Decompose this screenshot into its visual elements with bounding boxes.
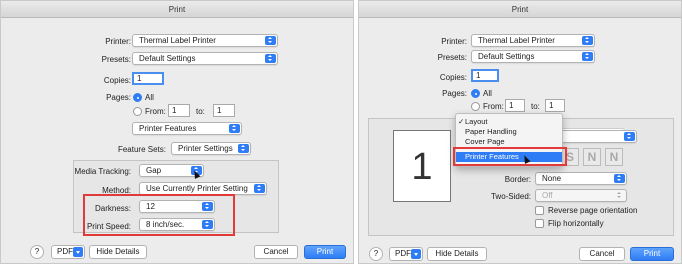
presets-label: Presets: <box>437 53 467 62</box>
copies-input[interactable]: 1 <box>132 72 164 85</box>
print-button[interactable]: Print <box>304 245 346 259</box>
pages-label: Pages: <box>106 93 131 102</box>
method-value: Use Currently Printer Setting <box>146 184 248 193</box>
pages-from-input[interactable]: 1 <box>168 104 190 117</box>
reverse-orientation-label: Reverse page orientation <box>548 206 638 215</box>
layout-pages-popup[interactable] <box>557 130 637 143</box>
two-sided-popup[interactable]: Off <box>535 189 627 202</box>
presets-popup[interactable]: Default Settings <box>471 50 595 63</box>
copies-label: Copies: <box>103 76 131 85</box>
pages-from-label: From: <box>145 107 166 116</box>
pages-label: Pages: <box>442 89 467 98</box>
popup-arrow-icon <box>254 184 265 193</box>
presets-popup[interactable]: Default Settings <box>132 52 278 65</box>
pdf-label: PDF <box>395 249 411 258</box>
border-label: Border: <box>504 175 531 184</box>
pdf-button[interactable]: PDF <box>389 247 423 261</box>
section-popup[interactable]: Printer Features <box>132 122 242 135</box>
pages-from-radio[interactable] <box>471 102 480 111</box>
cancel-button[interactable]: Cancel <box>254 245 298 259</box>
highlight-box <box>453 147 567 166</box>
pages-from-radio[interactable] <box>133 107 142 116</box>
menu-item-layout[interactable]: ✓ Layout <box>456 117 562 127</box>
feature-sets-label: Feature Sets: <box>117 145 166 154</box>
popup-arrow-icon <box>265 36 276 45</box>
border-value: None <box>542 174 562 183</box>
menu-item-label: Paper Handling <box>465 127 517 136</box>
section-value: Printer Features <box>139 124 197 133</box>
feature-sets-value: Printer Settings <box>178 144 233 153</box>
printer-label: Printer: <box>441 37 467 46</box>
menu-item-label: Cover Page <box>465 137 505 146</box>
popup-arrow-icon <box>582 52 593 61</box>
pdf-button[interactable]: PDF <box>51 245 85 259</box>
pages-all-label: All <box>483 89 492 98</box>
copies-label: Copies: <box>439 73 467 82</box>
border-popup[interactable]: None <box>535 172 627 185</box>
window-title: Print <box>359 1 681 18</box>
popup-arrow-icon <box>614 191 625 200</box>
hide-details-button[interactable]: Hide Details <box>427 247 487 261</box>
menu-item-paper-handling[interactable]: Paper Handling <box>456 127 562 137</box>
flip-horizontally-checkbox[interactable] <box>535 219 544 228</box>
layout-direction-icon[interactable]: N <box>605 148 623 166</box>
pages-to-label: to: <box>196 107 205 116</box>
presets-label: Presets: <box>101 55 131 64</box>
checkmark-icon: ✓ <box>458 117 465 126</box>
pages-all-radio[interactable] <box>133 93 142 102</box>
print-dialog-right: Print Printer: Thermal Label Printer Pre… <box>358 0 682 264</box>
printer-value: Thermal Label Printer <box>139 36 216 45</box>
popup-arrow-icon <box>582 36 593 45</box>
printer-label: Printer: <box>105 37 131 46</box>
popup-arrow-icon <box>265 54 276 63</box>
menu-item-label: Layout <box>465 117 488 126</box>
help-icon[interactable]: ? <box>369 247 383 261</box>
presets-value: Default Settings <box>478 52 535 61</box>
reverse-orientation-checkbox[interactable] <box>535 206 544 215</box>
presets-value: Default Settings <box>139 54 196 63</box>
preview-page: 1 <box>393 130 451 202</box>
pages-all-radio[interactable] <box>471 89 480 98</box>
help-icon[interactable]: ? <box>30 245 44 259</box>
pages-from-input[interactable]: 1 <box>505 99 525 112</box>
pages-to-label: to: <box>531 102 540 111</box>
feature-sets-popup[interactable]: Printer Settings <box>171 142 251 155</box>
print-dialog-left: Print Printer: Thermal Label Printer Pre… <box>0 0 354 264</box>
printer-value: Thermal Label Printer <box>478 36 555 45</box>
pdf-label: PDF <box>57 247 73 256</box>
highlight-box <box>83 194 235 236</box>
window-title: Print <box>1 1 353 18</box>
flip-horizontally-label: Flip horizontally <box>548 219 604 228</box>
media-tracking-value: Gap <box>146 166 162 175</box>
hide-details-button[interactable]: Hide Details <box>89 245 147 259</box>
pages-to-input[interactable]: 1 <box>213 104 235 117</box>
print-button[interactable]: Print <box>630 247 674 261</box>
popup-arrow-icon <box>624 132 635 141</box>
media-tracking-label: Media Tracking: <box>74 167 131 176</box>
printer-popup[interactable]: Thermal Label Printer <box>471 34 595 47</box>
chevron-down-icon <box>73 247 83 257</box>
popup-arrow-icon <box>238 144 249 153</box>
two-sided-value: Off <box>542 191 553 200</box>
popup-arrow-icon <box>229 124 240 133</box>
two-sided-label: Two-Sided: <box>490 192 531 201</box>
menu-item-cover-page[interactable]: Cover Page <box>456 137 562 147</box>
chevron-down-icon <box>411 249 421 259</box>
printer-popup[interactable]: Thermal Label Printer <box>132 34 278 47</box>
pages-to-input[interactable]: 1 <box>545 99 565 112</box>
pages-from-label: From: <box>483 102 504 111</box>
pages-all-label: All <box>145 93 154 102</box>
copies-input[interactable]: 1 <box>471 69 499 82</box>
popup-arrow-icon <box>614 174 625 183</box>
layout-direction-icon[interactable]: N <box>583 148 601 166</box>
cancel-button[interactable]: Cancel <box>579 247 625 261</box>
